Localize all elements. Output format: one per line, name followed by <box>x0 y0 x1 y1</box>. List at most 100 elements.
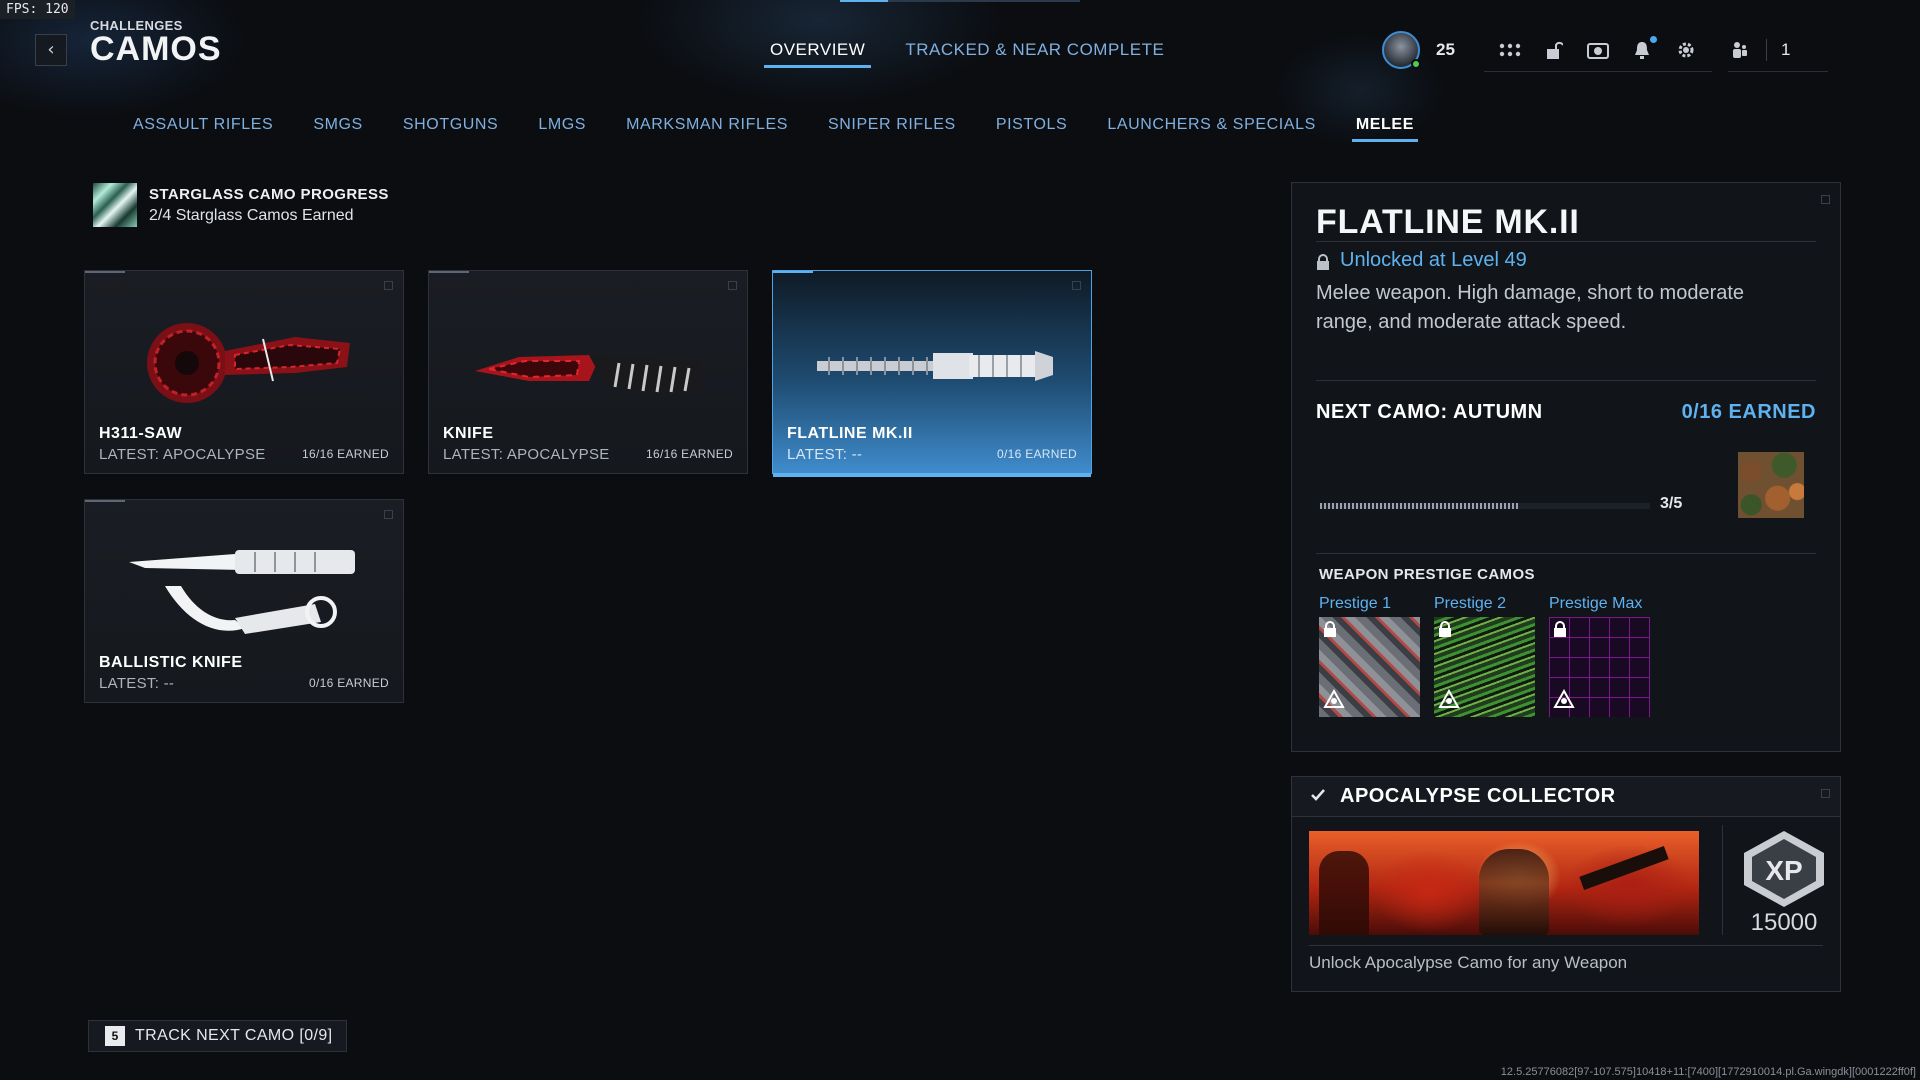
prestige-camos: Prestige 1 Prestige 2 Prestige Max <box>1319 595 1650 717</box>
prestige-icon <box>1553 688 1575 713</box>
starglass-progress: STARGLASS CAMO PROGRESS 2/4 Starglass Ca… <box>93 183 389 227</box>
camera-icon[interactable] <box>1586 38 1610 62</box>
player-level: 25 <box>1436 40 1455 59</box>
hud-icons <box>1484 28 1712 72</box>
top-tabs: OVERVIEW TRACKED & NEAR COMPLETE <box>763 40 1164 68</box>
chevron-left-icon: ‹ <box>47 39 55 60</box>
detail-weapon-name: FLATLINE MK.II <box>1316 203 1580 241</box>
unlock-text: Unlocked at Level 49 <box>1340 249 1527 271</box>
prestige-label: Prestige Max <box>1549 595 1643 612</box>
tab-overview[interactable]: OVERVIEW <box>763 40 872 68</box>
divider <box>1766 38 1767 61</box>
weapon-card-h311-saw[interactable]: H311-SAW LATEST: APOCALYPSE 16/16 EARNED <box>84 270 404 474</box>
weapon-card-flatline-mk2[interactable]: FLATLINE MK.II LATEST: -- 0/16 EARNED <box>772 270 1092 477</box>
category-tabs: ASSAULT RIFLES SMGS SHOTGUNS LMGS MARKSM… <box>133 116 1419 142</box>
flatline-mk2-image <box>817 351 1053 381</box>
top-indicator <box>840 0 1080 2</box>
weapon-card-ballistic-knife[interactable]: BALLISTIC KNIFE LATEST: -- 0/16 EARNED <box>84 499 404 703</box>
hud-bar: 25 1 <box>1382 28 1828 72</box>
prestige-title: WEAPON PRESTIGE CAMOS <box>1319 566 1535 583</box>
apocalypse-artwork <box>1309 831 1699 935</box>
tab-launchers-specials[interactable]: LAUNCHERS & SPECIALS <box>1107 116 1316 142</box>
starglass-title: STARGLASS CAMO PROGRESS <box>149 185 389 203</box>
weapon-latest-camo: LATEST: APOCALYPSE <box>443 446 610 463</box>
weapon-latest-camo: LATEST: -- <box>787 446 863 463</box>
lock-icon <box>1316 253 1330 270</box>
lock-icon <box>1323 621 1337 641</box>
weapon-name: KNIFE <box>443 425 494 442</box>
weapon-name: BALLISTIC KNIFE <box>99 654 243 671</box>
knife-image <box>475 355 703 397</box>
prestige-swatch <box>1434 617 1535 717</box>
keybind-hint: 5 <box>105 1026 125 1046</box>
tab-tracked-near-complete[interactable]: TRACKED & NEAR COMPLETE <box>905 40 1164 68</box>
divider <box>1309 945 1823 946</box>
weapon-latest-camo: LATEST: APOCALYPSE <box>99 446 266 463</box>
prestige-label: Prestige 2 <box>1434 595 1507 612</box>
panel-corner-icon <box>1821 195 1830 204</box>
prestige-camo-1[interactable]: Prestige 1 <box>1319 595 1420 717</box>
tab-melee[interactable]: MELEE <box>1351 116 1419 142</box>
prestige-icon <box>1323 688 1345 713</box>
bell-icon[interactable] <box>1630 35 1657 62</box>
xp-badge-icon: XP <box>1744 831 1824 907</box>
weapon-name: FLATLINE MK.II <box>787 425 913 442</box>
collector-title: APOCALYPSE COLLECTOR <box>1340 785 1616 807</box>
divider <box>1722 825 1723 935</box>
online-status-icon <box>1411 59 1421 69</box>
tab-sniper-rifles[interactable]: SNIPER RIFLES <box>828 116 956 142</box>
camo-progress-fill <box>1320 503 1518 509</box>
camo-progress-bar <box>1320 503 1650 509</box>
divider <box>1316 380 1816 381</box>
back-button[interactable]: ‹ <box>35 34 67 66</box>
prestige-camo-max[interactable]: Prestige Max <box>1549 595 1650 717</box>
weapon-latest-camo: LATEST: -- <box>99 675 175 692</box>
weapon-detail-panel: FLATLINE MK.II Unlocked at Level 49 Mele… <box>1291 182 1841 752</box>
next-camo-earned: 0/16 EARNED <box>1681 401 1816 423</box>
check-icon <box>1310 787 1326 807</box>
prestige-swatch <box>1319 617 1420 717</box>
page-title: CAMOS <box>90 30 222 68</box>
track-next-camo-label: TRACK NEXT CAMO [0/9] <box>135 1027 333 1044</box>
starglass-subtitle: 2/4 Starglass Camos Earned <box>149 206 354 224</box>
weapon-description: Melee weapon. High damage, short to mode… <box>1316 282 1745 333</box>
weapon-earned-count: 0/16 EARNED <box>309 676 389 690</box>
h311-saw-image <box>147 323 350 403</box>
tab-marksman-rifles[interactable]: MARKSMAN RIFLES <box>626 116 788 142</box>
weapon-earned-count: 0/16 EARNED <box>997 447 1077 461</box>
party-icon <box>1728 38 1752 62</box>
artwork-figure <box>1319 851 1369 935</box>
avatar[interactable] <box>1382 31 1421 69</box>
track-next-camo-button[interactable]: 5 TRACK NEXT CAMO [0/9] <box>88 1020 348 1052</box>
weapon-card-knife[interactable]: KNIFE LATEST: APOCALYPSE 16/16 EARNED <box>428 270 748 474</box>
tab-shotguns[interactable]: SHOTGUNS <box>403 116 498 142</box>
prestige-label: Prestige 1 <box>1319 595 1392 612</box>
autumn-camo-swatch[interactable] <box>1738 452 1804 518</box>
svg-text:XP: XP <box>1765 855 1802 886</box>
lock-icon <box>1553 621 1567 641</box>
unlock-requirement: Unlocked at Level 49 <box>1316 249 1527 272</box>
party-widget[interactable]: 1 <box>1728 28 1828 72</box>
apocalypse-collector-panel[interactable]: APOCALYPSE COLLECTOR XP 15000 Unlock Apo… <box>1291 776 1841 992</box>
unlock-icon[interactable] <box>1542 38 1566 62</box>
prestige-camo-2[interactable]: Prestige 2 <box>1434 595 1535 717</box>
tab-pistols[interactable]: PISTOLS <box>996 116 1068 142</box>
divider <box>1316 553 1816 554</box>
tab-smgs[interactable]: SMGS <box>313 116 363 142</box>
starglass-camo-thumbnail <box>93 183 137 227</box>
ballistic-knife-image <box>129 550 355 634</box>
weapon-earned-count: 16/16 EARNED <box>302 447 389 461</box>
tab-assault-rifles[interactable]: ASSAULT RIFLES <box>133 116 273 142</box>
artwork-figure <box>1479 849 1549 935</box>
build-info: 12.5.25776082[97-107.575]10418+11:[7400]… <box>1500 1066 1916 1078</box>
selected-indicator <box>773 473 1091 477</box>
weapon-name: H311-SAW <box>99 425 183 442</box>
tab-lmgs[interactable]: LMGS <box>538 116 586 142</box>
next-camo-label: NEXT CAMO: AUTUMN <box>1316 401 1543 423</box>
prestige-swatch <box>1549 617 1650 717</box>
grid-icon[interactable] <box>1498 38 1522 62</box>
gear-icon[interactable] <box>1674 38 1698 62</box>
panel-corner-icon <box>1821 789 1830 798</box>
party-count: 1 <box>1781 39 1791 59</box>
artwork-weapon <box>1579 846 1669 890</box>
